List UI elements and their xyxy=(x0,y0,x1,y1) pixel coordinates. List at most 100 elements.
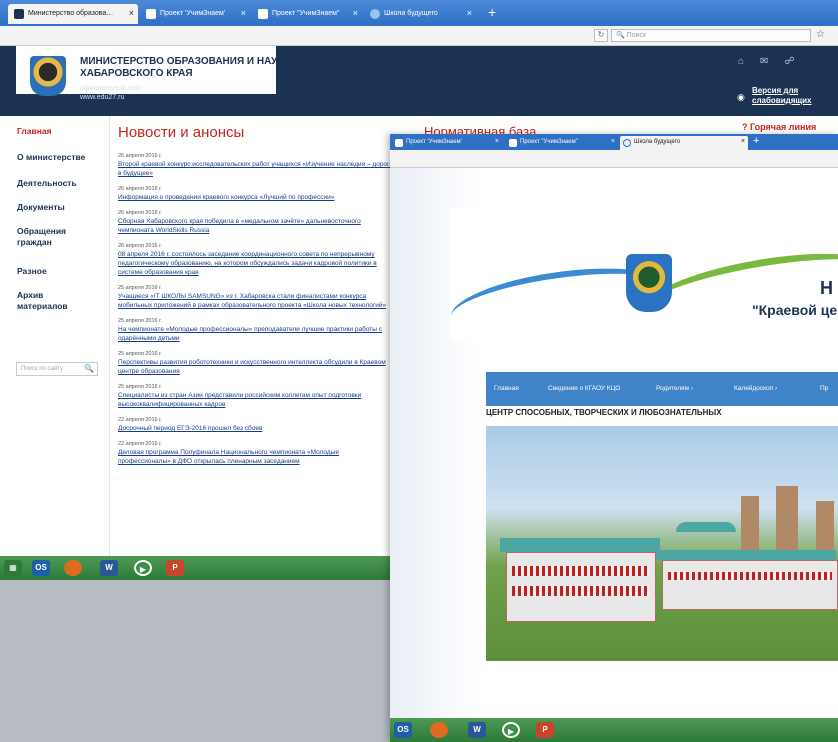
search-placeholder: Поиск xyxy=(626,32,647,39)
section-heading: ЦЕНТР СПОСОБНЫХ, ТВОРЧЕСКИХ И ЛЮБОЗНАТЕЛ… xyxy=(486,408,722,417)
powerpoint-icon[interactable]: P xyxy=(536,722,554,738)
eye-icon[interactable]: ◉ xyxy=(737,92,745,103)
school-page: Н "Краевой це Главная Сведения о КГАОУ К… xyxy=(390,168,838,718)
crest-logo-icon[interactable] xyxy=(626,254,672,312)
firefox-icon[interactable] xyxy=(430,722,448,738)
tab-strip: Министерство образова… × Проект 'УчимЗна… xyxy=(0,0,838,26)
news-item: 22 апреля 2016 г. Досрочный период ЕГЭ-20… xyxy=(118,416,393,433)
crest-logo-icon[interactable] xyxy=(30,56,66,96)
news-link[interactable]: Информация о проведении краевого конкурс… xyxy=(118,193,393,202)
close-tab-icon[interactable]: × xyxy=(467,8,472,18)
close-tab-icon[interactable]: × xyxy=(741,138,745,145)
news-item: 26 апреля 2016 г. 08 апреля 2016 г. состо… xyxy=(118,242,393,277)
sidebar-item-archive[interactable]: Архив материалов xyxy=(17,290,87,312)
loading-icon xyxy=(623,139,631,147)
tab-title: Проект "УчимЗнаем" xyxy=(520,139,578,145)
news-item: 26 апреля 2016 г. Второй краевой конкурс … xyxy=(118,152,393,178)
loading-icon xyxy=(370,9,380,19)
firefox-icon[interactable] xyxy=(64,560,82,576)
news-link[interactable]: Перспективы развития робототехники и иск… xyxy=(118,358,393,376)
official-site-label: официальный сайт xyxy=(80,85,143,92)
menu-item-about[interactable]: Сведения о КГАОУ КЦО xyxy=(548,385,620,392)
reload-icon[interactable]: ↻ xyxy=(594,29,608,42)
ministry-title[interactable]: МИНИСТЕРСТВО ОБРАЗОВАНИЯ И НАУКИ ХАБАРОВ… xyxy=(80,56,290,80)
word-icon[interactable]: W xyxy=(468,722,486,738)
site-search-input[interactable]: Поиск по сайту 🔍 xyxy=(16,362,98,376)
news-link[interactable]: На чемпионате «Молодые профессионалы» пр… xyxy=(118,325,393,343)
photo-tower xyxy=(816,501,834,556)
photo-tower xyxy=(776,486,798,556)
tab-school[interactable]: Школа будущего × xyxy=(620,136,748,150)
close-tab-icon[interactable]: × xyxy=(611,138,615,145)
sidebar: Главная О министерстве Деятельность Доку… xyxy=(0,116,110,580)
mail-icon[interactable]: ✉ xyxy=(760,56,768,67)
menu-item-kaleidoscope[interactable]: Калейдоскоп › xyxy=(734,385,777,392)
tab-project-2[interactable]: Проект "УчимЗнаем" × xyxy=(506,136,618,150)
news-link[interactable]: Учащиеся «IT ШКОЛЫ SAMSUNG» из г. Хабаро… xyxy=(118,292,393,310)
sidebar-item-appeals[interactable]: Обращения граждан xyxy=(17,226,87,248)
media-player-icon[interactable]: ▶ xyxy=(502,722,520,738)
news-link[interactable]: Второй краевой конкурс исследовательских… xyxy=(118,160,393,178)
news-date: 25 апреля 2016 г. xyxy=(118,285,162,291)
sitemap-icon[interactable]: ☍ xyxy=(784,56,794,67)
os-icon[interactable]: OS xyxy=(32,560,50,576)
hotline-link[interactable]: ? Горячая линия xyxy=(742,122,816,132)
sidebar-item-about[interactable]: О министерстве xyxy=(17,152,85,163)
tab-title: Проект 'УчимЗнаем' xyxy=(160,10,226,17)
photo-stadium-roof xyxy=(676,522,736,532)
start-icon[interactable]: ▦ xyxy=(4,560,22,576)
accessibility-line2: слабовидящих xyxy=(752,96,812,105)
news-link[interactable]: Досрочный период ЕГЭ-2016 прошел без сбо… xyxy=(118,424,393,433)
sidebar-item-misc[interactable]: Разное xyxy=(17,266,47,277)
tab-ministry[interactable]: Министерство образова… × xyxy=(8,4,138,24)
news-date: 25 апреля 2016 г. xyxy=(118,318,162,324)
powerpoint-icon[interactable]: P xyxy=(166,560,184,576)
tab-school[interactable]: Школа будущего × xyxy=(364,4,476,24)
accessibility-version-link[interactable]: Версия для слабовидящих xyxy=(752,86,812,106)
media-player-icon[interactable]: ▶ xyxy=(134,560,152,576)
accessibility-line1: Версия для xyxy=(752,86,799,95)
banner-title: Н xyxy=(820,278,833,298)
news-link[interactable]: Специалисты из стран Азии представили ро… xyxy=(118,391,393,409)
news-link[interactable]: 08 апреля 2016 г. состоялось заседание к… xyxy=(118,250,393,277)
home-icon[interactable]: ⌂ xyxy=(738,56,744,67)
school-building-photo xyxy=(486,426,838,661)
news-date: 25 апреля 2016 г. xyxy=(118,351,162,357)
news-date: 22 апреля 2016 г. xyxy=(118,417,162,423)
tab-project-1[interactable]: Проект 'УчимЗнаем' × xyxy=(392,136,502,150)
close-tab-icon[interactable]: × xyxy=(495,138,499,145)
menu-item-home[interactable]: Главная xyxy=(494,385,519,392)
bookmark-star-icon[interactable]: ☆ xyxy=(816,29,825,40)
os-icon[interactable]: OS xyxy=(394,722,412,738)
menu-item-more[interactable]: Пр xyxy=(820,385,828,392)
menu-item-parents[interactable]: Родителям › xyxy=(656,385,693,392)
header-icons: ⌂ ✉ ☍ xyxy=(738,56,811,67)
photo-windows xyxy=(512,586,650,596)
news-date: 26 апреля 2016 г. xyxy=(118,210,162,216)
main-menu: Главная Сведения о КГАОУ КЦО Родителям ›… xyxy=(486,372,838,406)
news-date: 26 апреля 2016 г. xyxy=(118,186,162,192)
sidebar-item-activity[interactable]: Деятельность xyxy=(17,178,77,189)
news-date: 26 апреля 2016 г. xyxy=(118,153,162,159)
news-link[interactable]: Деловая программа Полуфинала Национально… xyxy=(118,448,393,466)
tab-project-2[interactable]: Проект "УчимЗнаем" × xyxy=(252,4,362,24)
news-item: 25 апреля 2016 г. Перспективы развития ро… xyxy=(118,350,393,376)
ministry-title-line2: ХАБАРОВСКОГО КРАЯ xyxy=(80,68,193,79)
site-subtitle: официальный сайт www.edu27.ru xyxy=(80,84,142,102)
sidebar-item-home[interactable]: Главная xyxy=(17,126,52,137)
close-tab-icon[interactable]: × xyxy=(353,8,358,18)
close-tab-icon[interactable]: × xyxy=(129,8,134,18)
news-date: 22 апреля 2016 г. xyxy=(118,441,162,447)
word-icon[interactable]: W xyxy=(100,560,118,576)
search-icon[interactable]: 🔍 xyxy=(84,364,94,373)
new-tab-button[interactable]: + xyxy=(753,135,759,147)
tab-project-1[interactable]: Проект 'УчимЗнаем' × xyxy=(140,4,250,24)
sidebar-item-documents[interactable]: Документы xyxy=(17,202,65,213)
news-item: 25 апреля 2016 г. Специалисты из стран Аз… xyxy=(118,383,393,409)
close-tab-icon[interactable]: × xyxy=(241,8,246,18)
news-link[interactable]: Сборная Хабаровского края победила в «ме… xyxy=(118,217,393,235)
new-tab-button[interactable]: + xyxy=(488,4,496,20)
search-input[interactable]: 🔍 Поиск xyxy=(611,29,811,42)
news-item: 26 апреля 2016 г. Сборная Хабаровского кр… xyxy=(118,209,393,235)
site-favicon-icon xyxy=(14,9,24,19)
